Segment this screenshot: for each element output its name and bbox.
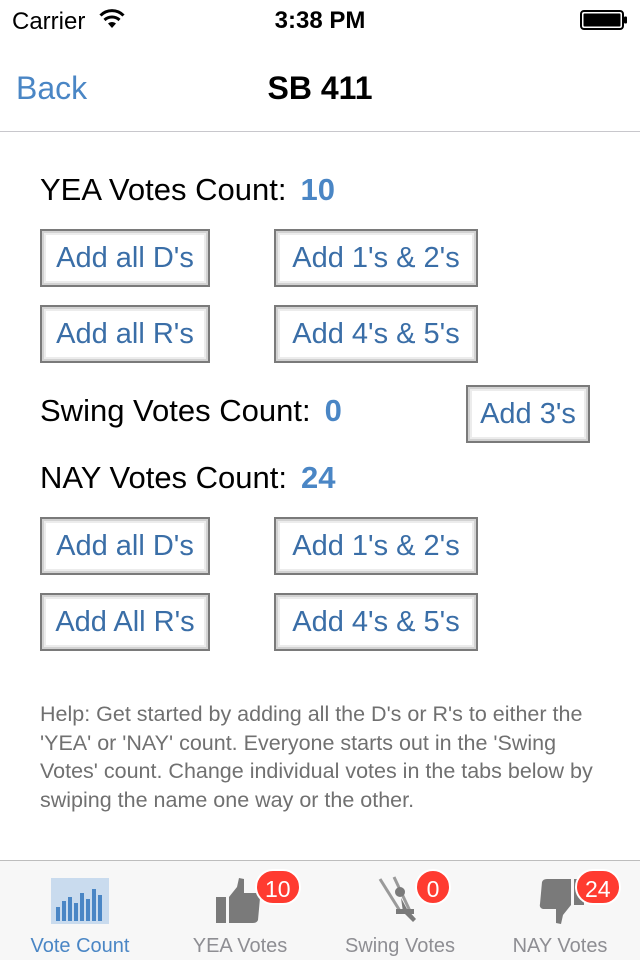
swing-add-3s-button[interactable]: Add 3's — [466, 385, 590, 443]
bar-chart-icon — [51, 878, 109, 924]
nay-add-all-d-button[interactable]: Add all D's — [40, 517, 210, 575]
tab-bar: Vote Count 10 YEA Votes 0 Swing Votes 24… — [0, 860, 640, 960]
status-bar: Carrier 3:38 PM — [0, 0, 640, 40]
yea-votes-badge: 10 — [255, 869, 301, 905]
nay-count-label: NAY Votes Count: — [40, 460, 288, 495]
tab-label: YEA Votes — [192, 935, 288, 957]
navigation-bar: Back SB 411 — [0, 40, 640, 132]
nay-add-all-r-button[interactable]: Add All R's — [40, 593, 210, 651]
yea-count-value: 10 — [300, 172, 335, 207]
yea-add-1s-2s-button[interactable]: Add 1's & 2's — [274, 229, 478, 287]
nay-add-1s-2s-button[interactable]: Add 1's & 2's — [274, 517, 478, 575]
swing-count-row: Swing Votes Count: 0 — [40, 393, 342, 429]
status-time: 3:38 PM — [274, 7, 366, 34]
yea-count-row: YEA Votes Count: 10 — [40, 172, 335, 208]
battery-icon — [580, 10, 627, 30]
swing-count-value: 0 — [324, 393, 342, 428]
yea-add-4s-5s-button[interactable]: Add 4's & 5's — [274, 305, 478, 363]
yea-add-all-d-button[interactable]: Add all D's — [40, 229, 210, 287]
nay-count-value: 24 — [301, 460, 336, 495]
nay-add-4s-5s-button[interactable]: Add 4's & 5's — [274, 593, 478, 651]
nay-votes-badge: 24 — [575, 869, 621, 905]
tab-label: NAY Votes — [512, 935, 608, 957]
tab-vote-count[interactable]: Vote Count — [0, 861, 160, 960]
swing-count-label: Swing Votes Count: — [40, 393, 311, 428]
tab-label: Swing Votes — [344, 935, 456, 957]
yea-count-label: YEA Votes Count: — [40, 172, 287, 207]
page-title: SB 411 — [267, 70, 373, 106]
yea-add-all-r-button[interactable]: Add all R's — [40, 305, 210, 363]
tab-swing-votes[interactable]: 0 Swing Votes — [320, 861, 480, 960]
tab-nay-votes[interactable]: 24 NAY Votes — [480, 861, 640, 960]
tab-label: Vote Count — [30, 935, 130, 957]
nay-count-row: NAY Votes Count: 24 — [40, 460, 336, 496]
help-text: Help: Get started by adding all the D's … — [40, 702, 593, 812]
swing-votes-badge: 0 — [415, 869, 451, 905]
tab-yea-votes[interactable]: 10 YEA Votes — [160, 861, 320, 960]
